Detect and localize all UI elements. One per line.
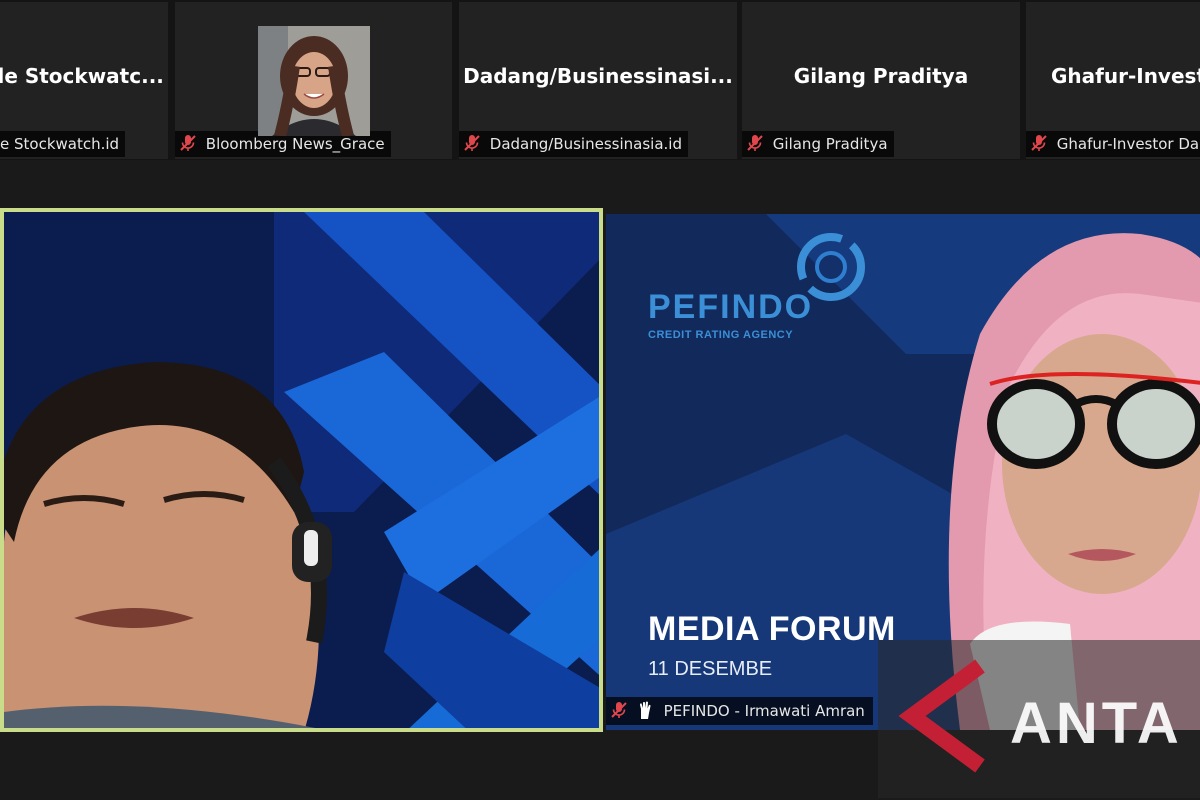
raise-hand-icon bbox=[637, 700, 655, 719]
participant-display-name: Dadang/Businessinasi... bbox=[463, 64, 733, 88]
mic-muted-icon bbox=[463, 134, 481, 152]
participant-strip: de Stockwatc... e Stockwatch.id Bloomber… bbox=[0, 0, 1200, 160]
participant-tile[interactable]: Dadang/Businessinasi... Dadang/Businessi… bbox=[459, 2, 737, 159]
brand: PEFINDO CREDIT RATING AGENCY bbox=[648, 288, 813, 341]
mic-muted-icon bbox=[610, 700, 628, 718]
participant-display-name: de Stockwatc... bbox=[0, 64, 164, 88]
mic-muted-icon bbox=[1030, 134, 1048, 152]
participant-label: Dadang/Businessinasia.id bbox=[489, 135, 682, 153]
participant-label: Gilang Praditya bbox=[772, 135, 888, 153]
participant-name-tag: Ghafur-Investor Dai bbox=[1026, 131, 1200, 157]
participant-label: Ghafur-Investor Dai bbox=[1056, 135, 1200, 153]
participant-tile[interactable]: Ghafur-Invest Ghafur-Investor Dai bbox=[1026, 2, 1200, 159]
speaker-label: PEFINDO - Irmawati Amran bbox=[663, 702, 865, 720]
active-speaker-video[interactable] bbox=[0, 208, 603, 732]
event-date: 11 DESEMBE bbox=[648, 658, 773, 680]
participant-tile[interactable]: Gilang Praditya Gilang Praditya bbox=[742, 2, 1020, 159]
participant-name-tag: Dadang/Businessinasia.id bbox=[459, 131, 688, 157]
participant-label: e Stockwatch.id bbox=[0, 135, 120, 153]
brand-subtitle: CREDIT RATING AGENCY bbox=[648, 329, 794, 341]
mic-muted-icon bbox=[746, 134, 764, 152]
participant-name-tag: e Stockwatch.id bbox=[0, 131, 126, 157]
participant-display-name: Gilang Praditya bbox=[793, 64, 969, 88]
watermark-text: ANTA bbox=[1010, 691, 1183, 756]
participant-display-name: Ghafur-Invest bbox=[1051, 64, 1200, 88]
participant-label: Bloomberg News_Grace bbox=[205, 135, 385, 153]
mic-muted-icon bbox=[179, 134, 197, 152]
watermark-logo-icon bbox=[898, 659, 985, 773]
brand-name: PEFINDO bbox=[648, 288, 814, 326]
participant-avatar bbox=[258, 26, 370, 136]
speaker-name-tag: PEFINDO - Irmawati Amran bbox=[606, 697, 873, 725]
video-frame bbox=[4, 212, 599, 728]
participant-tile[interactable]: de Stockwatc... e Stockwatch.id bbox=[0, 2, 168, 159]
participant-name-tag: Gilang Praditya bbox=[742, 131, 894, 157]
